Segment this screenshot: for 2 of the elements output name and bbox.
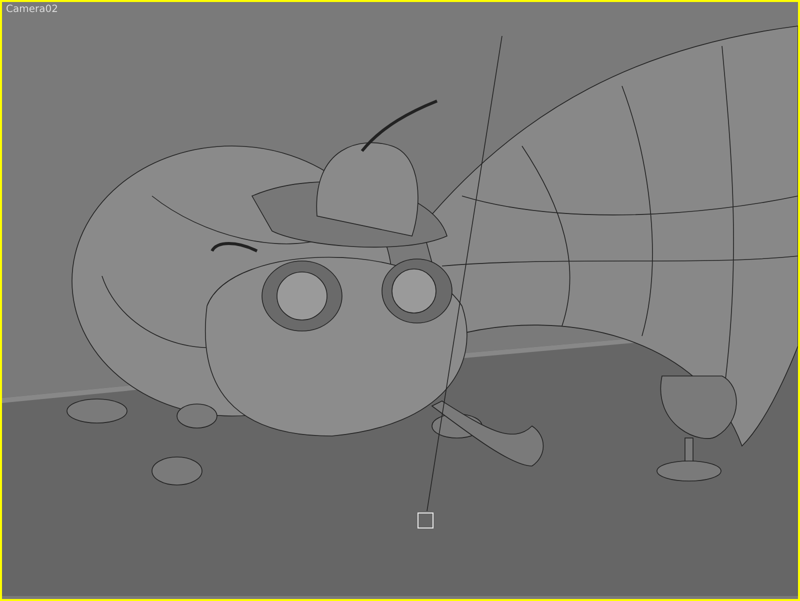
viewport[interactable]: Camera02 — [0, 0, 800, 601]
viewport-label[interactable]: Camera02 — [2, 2, 62, 18]
